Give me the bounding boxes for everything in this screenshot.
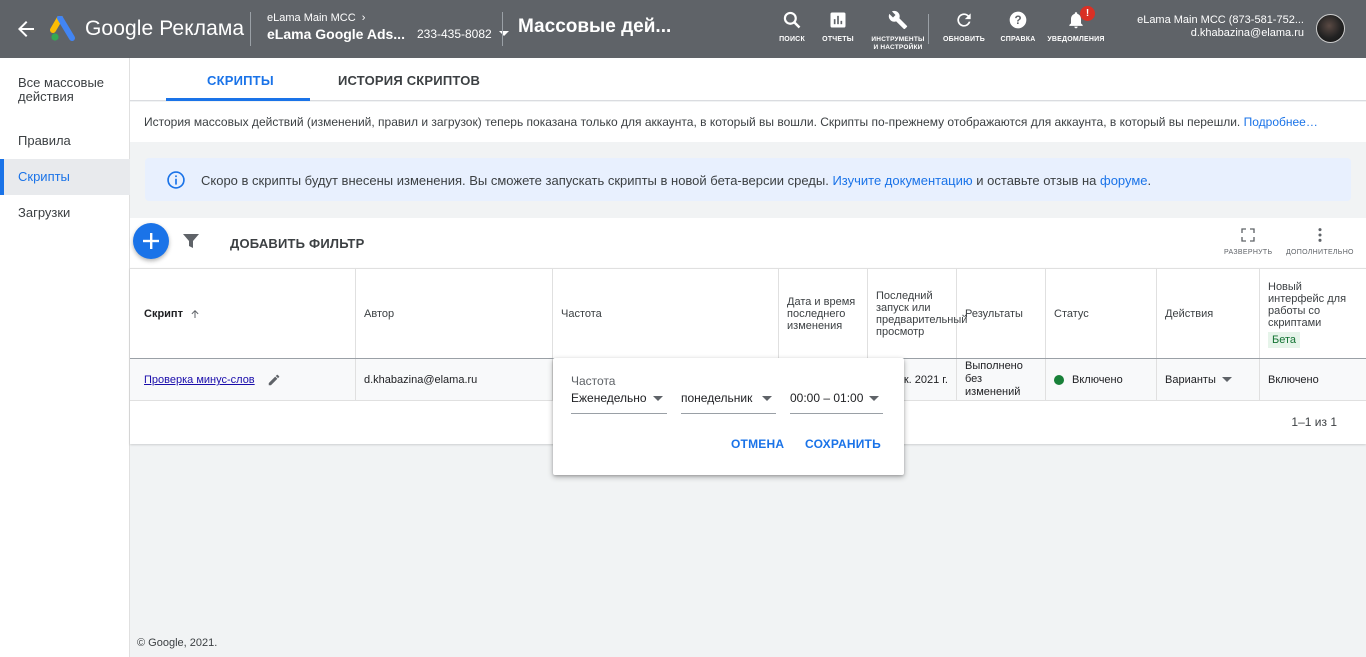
- info-message: История массовых действий (изменений, пр…: [130, 102, 1366, 142]
- save-button[interactable]: СОХРАНИТЬ: [805, 437, 881, 451]
- cell-status: Включено: [1046, 359, 1157, 401]
- info-icon: [167, 171, 185, 189]
- plus-icon: [143, 233, 159, 249]
- column-header-script[interactable]: Скрипт: [130, 269, 356, 359]
- divider: [250, 12, 251, 46]
- more-button[interactable]: ДОПОЛНИТЕЛЬНО: [1286, 227, 1354, 256]
- svg-text:?: ?: [1014, 14, 1021, 27]
- dropdown-arrow-icon: [1221, 377, 1232, 382]
- cell-results[interactable]: Выполнено без изменений: [957, 359, 1046, 401]
- tab-bar: СКРИПТЫ ИСТОРИЯ СКРИПТОВ: [130, 58, 1366, 101]
- learn-more-link[interactable]: Подробнее…: [1244, 115, 1318, 129]
- top-app-bar: Google Реклама eLama Main MCC › eLama Go…: [0, 0, 1366, 58]
- column-header-status[interactable]: Статус: [1046, 269, 1157, 359]
- cell-script: Проверка минус-слов: [130, 359, 356, 401]
- dropdown-arrow-icon: [653, 396, 663, 401]
- tab-scripts[interactable]: СКРИПТЫ: [207, 73, 274, 88]
- page-title: Массовые дей...: [518, 16, 672, 37]
- dropdown-arrow-icon: [762, 396, 772, 401]
- status-enabled-dot: [1054, 375, 1064, 385]
- avatar[interactable]: [1316, 14, 1345, 43]
- divider: [502, 12, 503, 46]
- cell-actions[interactable]: Варианты: [1157, 359, 1260, 401]
- chevron-right-icon: ›: [361, 12, 366, 24]
- beta-badge: Бета: [1268, 331, 1301, 348]
- cancel-button[interactable]: ОТМЕНА: [731, 437, 784, 451]
- account-switcher[interactable]: eLama Main MCC › eLama Google Ads... 233…: [267, 12, 510, 42]
- banner-text-2: и оставьте отзыв на: [976, 173, 1097, 188]
- column-header-modified[interactable]: Дата и время последнего изменения: [779, 269, 868, 359]
- pagination-summary: 1–1 из 1: [1291, 415, 1337, 429]
- nav-item-uploads[interactable]: Загрузки: [0, 206, 130, 220]
- notifications-button[interactable]: ! УВЕДОМЛЕНИЯ: [1046, 6, 1106, 44]
- column-header-new-ui[interactable]: Новый интерфейс для работы со скриптами …: [1260, 269, 1366, 359]
- add-script-button[interactable]: [133, 223, 169, 259]
- help-icon: ?: [1009, 11, 1027, 29]
- tab-scripts-history[interactable]: ИСТОРИЯ СКРИПТОВ: [338, 73, 480, 88]
- time-select[interactable]: 00:00 – 01:00: [790, 390, 883, 414]
- google-ads-logo-icon: [50, 16, 75, 41]
- frequency-edit-popup: Частота Еженедельно понедельник 00:00 – …: [553, 358, 904, 475]
- user-account: eLama Main MCC (873-581-752...: [1137, 14, 1304, 26]
- google-ads-logo[interactable]: Google Реклама: [50, 15, 244, 43]
- more-vert-icon: [1318, 228, 1322, 242]
- beta-banner: Скоро в скрипты будут внесены изменения.…: [145, 158, 1351, 201]
- cell-new-ui: Включено: [1268, 374, 1319, 386]
- sort-arrow-up-icon: [191, 310, 199, 318]
- cell-author: d.khabazina@elama.ru: [356, 359, 553, 401]
- footer-copyright: © Google, 2021.: [137, 637, 218, 649]
- tools-settings-button[interactable]: ИНСТРУМЕНТЫ И НАСТРОЙКИ: [868, 10, 928, 52]
- frequency-label: Частота: [571, 374, 616, 388]
- search-icon: [783, 11, 801, 29]
- user-info[interactable]: eLama Main MCC (873-581-752... d.khabazi…: [1137, 14, 1304, 40]
- refresh-icon: [957, 13, 971, 27]
- dropdown-arrow-icon: [869, 396, 879, 401]
- status-text: Включено: [1072, 374, 1123, 386]
- forum-link[interactable]: форуме: [1100, 173, 1148, 188]
- help-button[interactable]: ? СПРАВКА: [988, 10, 1048, 44]
- reports-icon: [830, 12, 846, 28]
- frequency-select[interactable]: Еженедельно: [571, 390, 667, 414]
- account-id: 233-435-8082: [416, 27, 492, 41]
- dropdown-arrow-icon: [498, 31, 509, 36]
- filter-icon[interactable]: [183, 234, 199, 248]
- refresh-button[interactable]: ОБНОВИТЬ: [934, 10, 994, 44]
- actions-dropdown[interactable]: Варианты: [1165, 374, 1216, 386]
- info-text: История массовых действий (изменений, пр…: [144, 115, 1241, 129]
- column-header-frequency[interactable]: Частота: [553, 269, 779, 359]
- expand-button[interactable]: РАЗВЕРНУТЬ: [1224, 227, 1272, 256]
- column-header-last-run[interactable]: Последний запуск или предварительный про…: [868, 269, 967, 359]
- edit-pencil-icon[interactable]: [267, 373, 281, 387]
- table-toolbar: ДОБАВИТЬ ФИЛЬТР РАЗВЕРНУТЬ ДОПОЛНИТЕЛЬНО: [130, 218, 1366, 268]
- left-navigation: Все массовые действия Правила Скрипты За…: [0, 58, 130, 657]
- banner-text: Скоро в скрипты будут внесены изменения.…: [201, 173, 829, 188]
- fullscreen-icon: [1241, 228, 1255, 242]
- back-arrow-icon[interactable]: [14, 17, 38, 41]
- account-parent: eLama Main MCC ›: [267, 12, 366, 24]
- divider: [928, 14, 929, 44]
- documentation-link[interactable]: Изучите документацию: [832, 173, 972, 188]
- notification-badge: !: [1080, 6, 1095, 21]
- active-tab-indicator: [166, 98, 310, 101]
- script-name-link[interactable]: Проверка минус-слов: [144, 374, 255, 386]
- day-select[interactable]: понедельник: [681, 390, 776, 414]
- logo-text: Google Реклама: [85, 17, 245, 40]
- user-email: d.khabazina@elama.ru: [1190, 27, 1304, 39]
- column-header-results[interactable]: Результаты: [957, 269, 1046, 359]
- wrench-icon: [888, 10, 908, 30]
- account-name: eLama Google Ads...: [267, 26, 405, 42]
- column-header-author[interactable]: Автор: [356, 269, 553, 359]
- reports-button[interactable]: ОТЧЕТЫ: [808, 10, 868, 44]
- nav-item-all-bulk-actions[interactable]: Все массовые действия: [0, 76, 120, 104]
- nav-item-rules[interactable]: Правила: [0, 134, 130, 148]
- column-header-actions[interactable]: Действия: [1157, 269, 1260, 359]
- add-filter-button[interactable]: ДОБАВИТЬ ФИЛЬТР: [230, 236, 364, 251]
- nav-item-scripts[interactable]: Скрипты: [0, 159, 130, 195]
